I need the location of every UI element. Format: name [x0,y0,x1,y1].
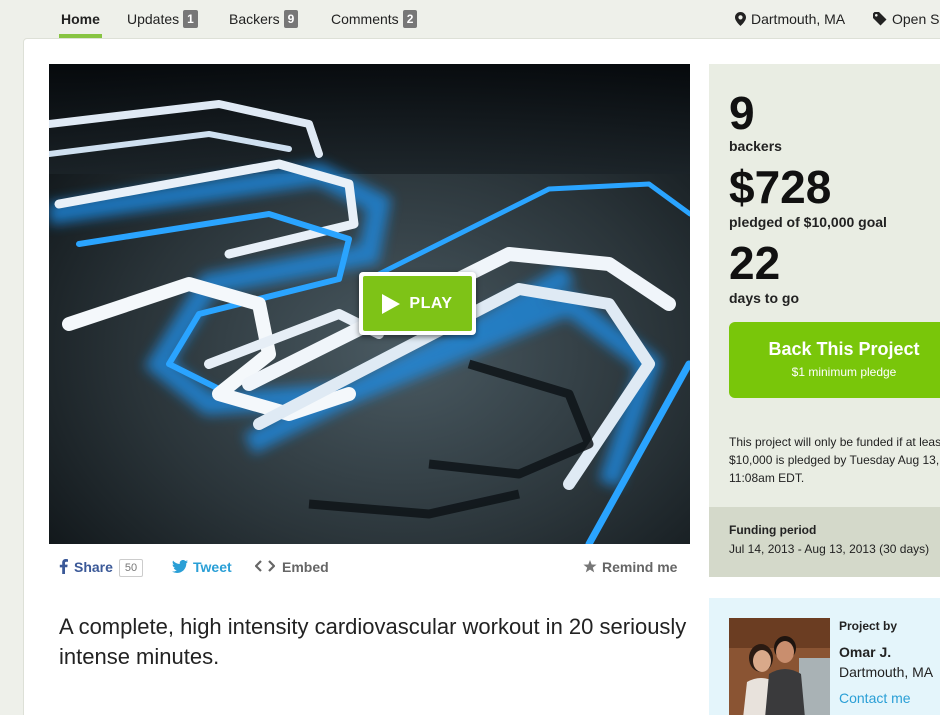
facebook-share-button[interactable]: Share 50 [59,556,144,578]
creator-photo [729,618,830,715]
tab-updates[interactable]: Updates 1 [127,0,198,38]
tweet-label: Tweet [193,559,232,575]
project-stats: 9 backers $728 pledged of $10,000 goal 2… [709,64,940,577]
funding-note: This project will only be funded if at l… [729,435,940,485]
project-by-label: Project by [839,619,898,633]
map-pin-icon [735,12,746,26]
star-icon [583,560,597,573]
days-to-go-count: 22 [729,237,781,289]
comments-count-badge: 2 [402,10,418,28]
creator-location: Dartmouth, MA [839,664,934,680]
minimum-pledge-label: $1 minimum pledge [791,365,897,379]
back-this-project-button[interactable]: Back This Project $1 minimum pledge [729,322,940,398]
play-icon [382,293,401,314]
tab-comments[interactable]: Comments 2 [331,0,418,38]
backers-count: 9 [729,87,755,139]
creator-name[interactable]: Omar J. [839,644,891,660]
creator-avatar[interactable] [729,618,830,715]
tab-backers[interactable]: Backers 9 [229,0,299,38]
backers-label: backers [729,138,782,154]
play-button-face: PLAY [363,276,472,331]
facebook-share-label: Share [74,559,113,575]
project-blurb: A complete, high intensity cardiovascula… [59,614,687,669]
tab-comments-label: Comments [331,11,399,27]
backers-count-badge: 9 [283,10,299,28]
tag-icon [873,12,887,26]
location-link[interactable]: Dartmouth, MA [735,0,845,38]
category-link[interactable]: Open S [873,0,939,38]
remind-me-label: Remind me [602,559,678,575]
project-nav: Home Updates 1 Backers 9 Comments 2 Dartmou… [0,0,940,38]
tab-home[interactable]: Home [59,0,102,38]
share-count-badge: 50 [118,559,144,577]
play-label: PLAY [409,294,453,312]
tweet-button[interactable]: Tweet [172,556,232,578]
category-label: Open S [892,11,940,27]
embed-label: Embed [282,559,329,575]
twitter-icon [172,559,188,573]
funding-period-value: Jul 14, 2013 - Aug 13, 2013 (30 days) [729,542,930,556]
embed-code-icon [254,560,276,572]
tab-backers-label: Backers [229,11,280,27]
share-bar: Share 50 Tweet Embed Remind me [59,556,684,578]
contact-me-link[interactable]: Contact me [839,690,911,706]
pledged-label: pledged of $10,000 goal [729,214,887,230]
tab-updates-label: Updates [127,11,180,27]
funding-period-heading: Funding period [729,523,817,537]
back-button-label: Back This Project [768,339,920,359]
tab-home-label: Home [61,11,100,27]
days-to-go-label: days to go [729,290,800,306]
pledged-amount: $728 [729,161,832,213]
creator-card: Project by Omar J. Dartmouth, MA Contact… [709,598,940,715]
facebook-icon [59,559,68,574]
embed-button[interactable]: Embed [254,556,329,578]
funding-period-box: Funding period Jul 14, 2013 - Aug 13, 20… [709,507,940,577]
play-button[interactable]: PLAY [359,272,476,335]
project-video[interactable]: PLAY [49,64,690,544]
updates-count-badge: 1 [183,10,198,28]
remind-me-button[interactable]: Remind me [583,556,677,578]
location-label: Dartmouth, MA [751,11,846,27]
